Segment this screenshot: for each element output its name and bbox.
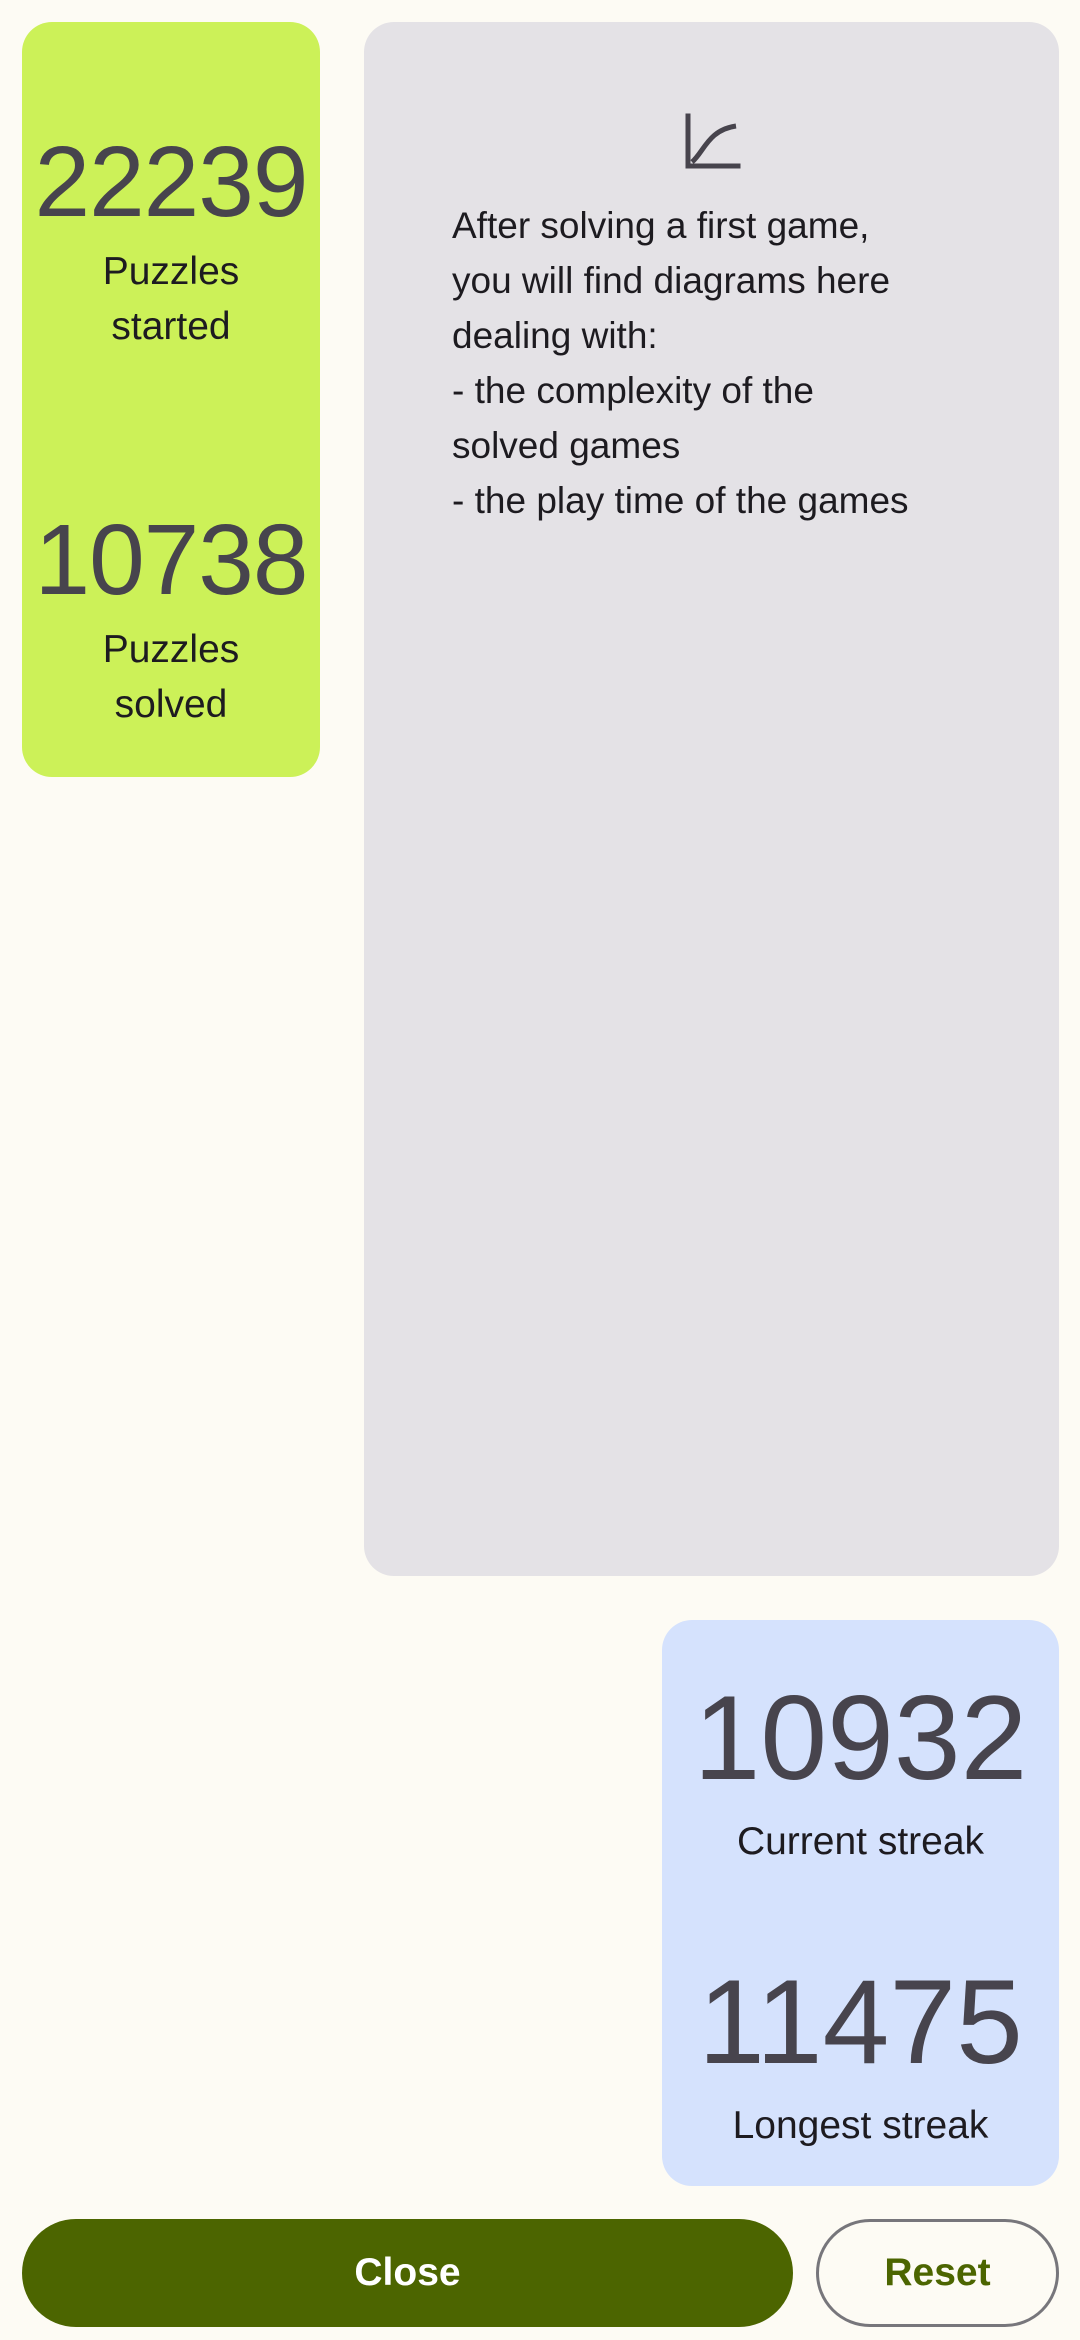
- chart-curve-icon: [685, 113, 741, 169]
- info-line: - the complexity of the: [452, 370, 814, 411]
- puzzles-solved-label: Puzzles solved: [102, 628, 240, 726]
- diagram-placeholder-card: After solving a first game, you will fin…: [364, 22, 1059, 1576]
- longest-streak-value: 11475: [698, 1955, 1023, 2089]
- info-line: solved games: [452, 425, 681, 466]
- longest-streak-stat: 11475 Longest streak: [662, 1962, 1059, 2153]
- info-line: - the play time of the games: [452, 480, 909, 521]
- info-line: dealing with:: [452, 315, 658, 356]
- reset-button[interactable]: Reset: [816, 2219, 1059, 2327]
- current-streak-label: Current streak: [736, 1820, 985, 1863]
- info-line: After solving a first game,: [452, 205, 870, 246]
- puzzles-started-stat: 22239 Puzzles started: [22, 132, 320, 354]
- puzzle-stats-card: 22239 Puzzles started 10738 Puzzles solv…: [22, 22, 320, 777]
- diagram-info-text: After solving a first game, you will fin…: [452, 198, 1012, 528]
- statistics-screen: 22239 Puzzles started 10738 Puzzles solv…: [0, 0, 1080, 2340]
- puzzles-solved-stat: 10738 Puzzles solved: [22, 510, 320, 732]
- puzzles-started-label: Puzzles started: [102, 250, 240, 348]
- puzzles-solved-value: 10738: [34, 504, 308, 616]
- info-line: you will find diagrams here: [452, 260, 891, 301]
- streak-stats-card: 10932 Current streak 11475 Longest strea…: [662, 1620, 1059, 2186]
- puzzles-started-value: 22239: [34, 126, 308, 238]
- current-streak-stat: 10932 Current streak: [662, 1678, 1059, 1869]
- longest-streak-label: Longest streak: [732, 2104, 989, 2147]
- current-streak-value: 10932: [693, 1671, 1028, 1805]
- close-button[interactable]: Close: [22, 2219, 793, 2327]
